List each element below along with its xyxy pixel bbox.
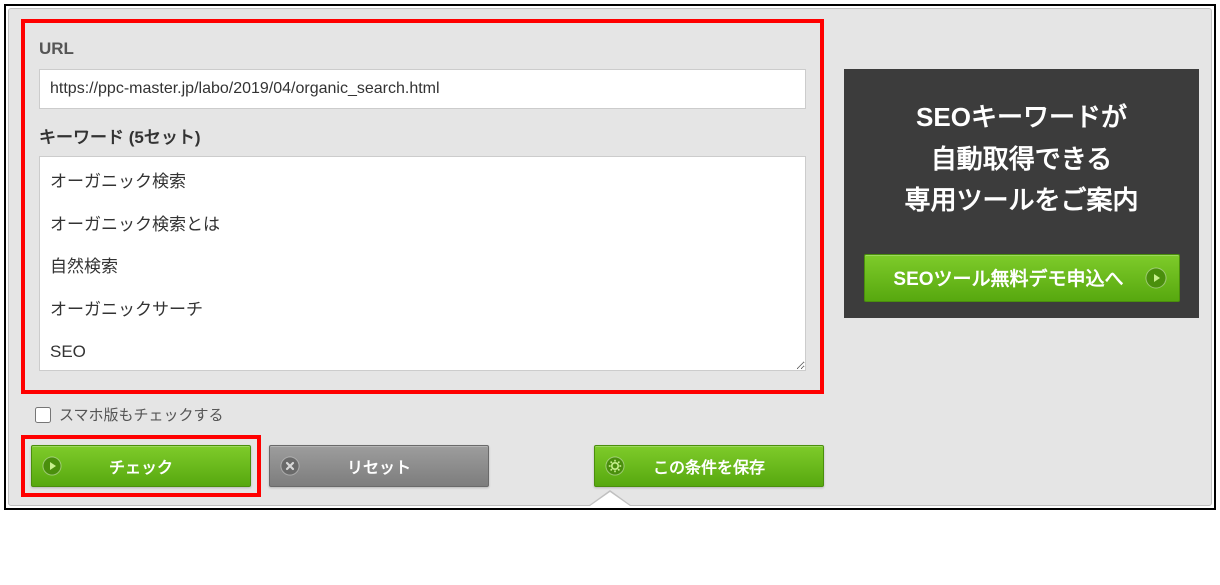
form-pane: URL キーワード (5セット) スマホ版もチェックする チェック bbox=[21, 19, 824, 497]
smartphone-check-row: スマホ版もチェックする bbox=[35, 404, 824, 425]
smartphone-checkbox[interactable] bbox=[35, 407, 51, 423]
check-button[interactable]: チェック bbox=[31, 445, 251, 487]
promo-cta-button[interactable]: SEOツール無料デモ申込へ bbox=[864, 254, 1180, 302]
keywords-textarea[interactable] bbox=[39, 156, 806, 371]
main-panel: URL キーワード (5セット) スマホ版もチェックする チェック bbox=[8, 8, 1212, 506]
promo-line-3: 専用ツールをご案内 bbox=[858, 180, 1185, 222]
promo-line-2: 自動取得できる bbox=[858, 139, 1185, 181]
url-label: URL bbox=[39, 39, 806, 59]
smartphone-checkbox-label: スマホ版もチェックする bbox=[59, 404, 224, 425]
play-circle-icon bbox=[42, 456, 62, 476]
save-condition-button[interactable]: この条件を保存 bbox=[594, 445, 824, 487]
gear-icon bbox=[605, 456, 625, 476]
promo-line-1: SEOキーワードが bbox=[858, 97, 1185, 139]
window-frame: URL キーワード (5セット) スマホ版もチェックする チェック bbox=[4, 4, 1216, 510]
close-circle-icon bbox=[280, 456, 300, 476]
keywords-label: キーワード (5セット) bbox=[39, 123, 806, 148]
reset-button-label: リセット bbox=[347, 454, 411, 478]
promo-pane: SEOキーワードが 自動取得できる 専用ツールをご案内 SEOツール無料デモ申込… bbox=[844, 19, 1199, 497]
promo-cta-label: SEOツール無料デモ申込へ bbox=[893, 264, 1123, 291]
save-button-label: この条件を保存 bbox=[653, 454, 765, 478]
panel-notch bbox=[590, 492, 630, 506]
check-button-highlight: チェック bbox=[21, 435, 261, 497]
promo-box: SEOキーワードが 自動取得できる 専用ツールをご案内 SEOツール無料デモ申込… bbox=[844, 69, 1199, 318]
form-highlight-box: URL キーワード (5セット) bbox=[21, 19, 824, 394]
reset-button[interactable]: リセット bbox=[269, 445, 489, 487]
arrow-circle-icon bbox=[1145, 267, 1167, 289]
check-button-label: チェック bbox=[109, 454, 173, 478]
button-row: チェック リセット この条件を保存 bbox=[21, 435, 824, 497]
promo-text: SEOキーワードが 自動取得できる 専用ツールをご案内 bbox=[858, 97, 1185, 222]
url-input[interactable] bbox=[39, 69, 806, 109]
